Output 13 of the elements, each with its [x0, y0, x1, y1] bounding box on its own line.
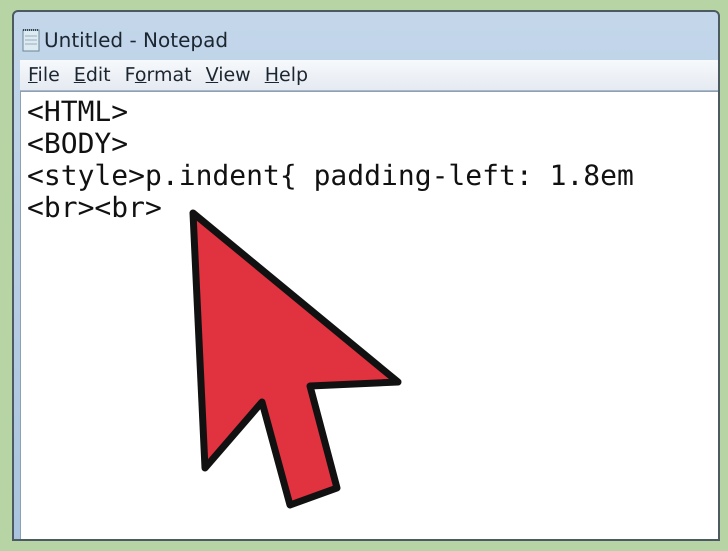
menu-item[interactable]: Format	[124, 64, 192, 86]
cursor-arrow-icon	[190, 210, 402, 508]
menu-item[interactable]: File	[28, 64, 60, 86]
menu-item[interactable]: View	[206, 64, 251, 86]
code-line: <style>p.indent{ padding-left: 1.8em	[27, 160, 635, 192]
code-line: <br><br>	[27, 192, 163, 224]
text-editor[interactable]: <HTML> <BODY> <style>p.indent{ padding-left: 1.8em <br><br>	[20, 91, 718, 539]
code-line: <BODY>	[27, 128, 130, 160]
window-title: Untitled - Notepad	[44, 28, 228, 52]
menu-item[interactable]: Help	[264, 64, 308, 86]
code-line: <HTML>	[27, 96, 130, 128]
menu-item[interactable]: Edit	[74, 64, 111, 86]
notepad-icon	[22, 28, 40, 52]
